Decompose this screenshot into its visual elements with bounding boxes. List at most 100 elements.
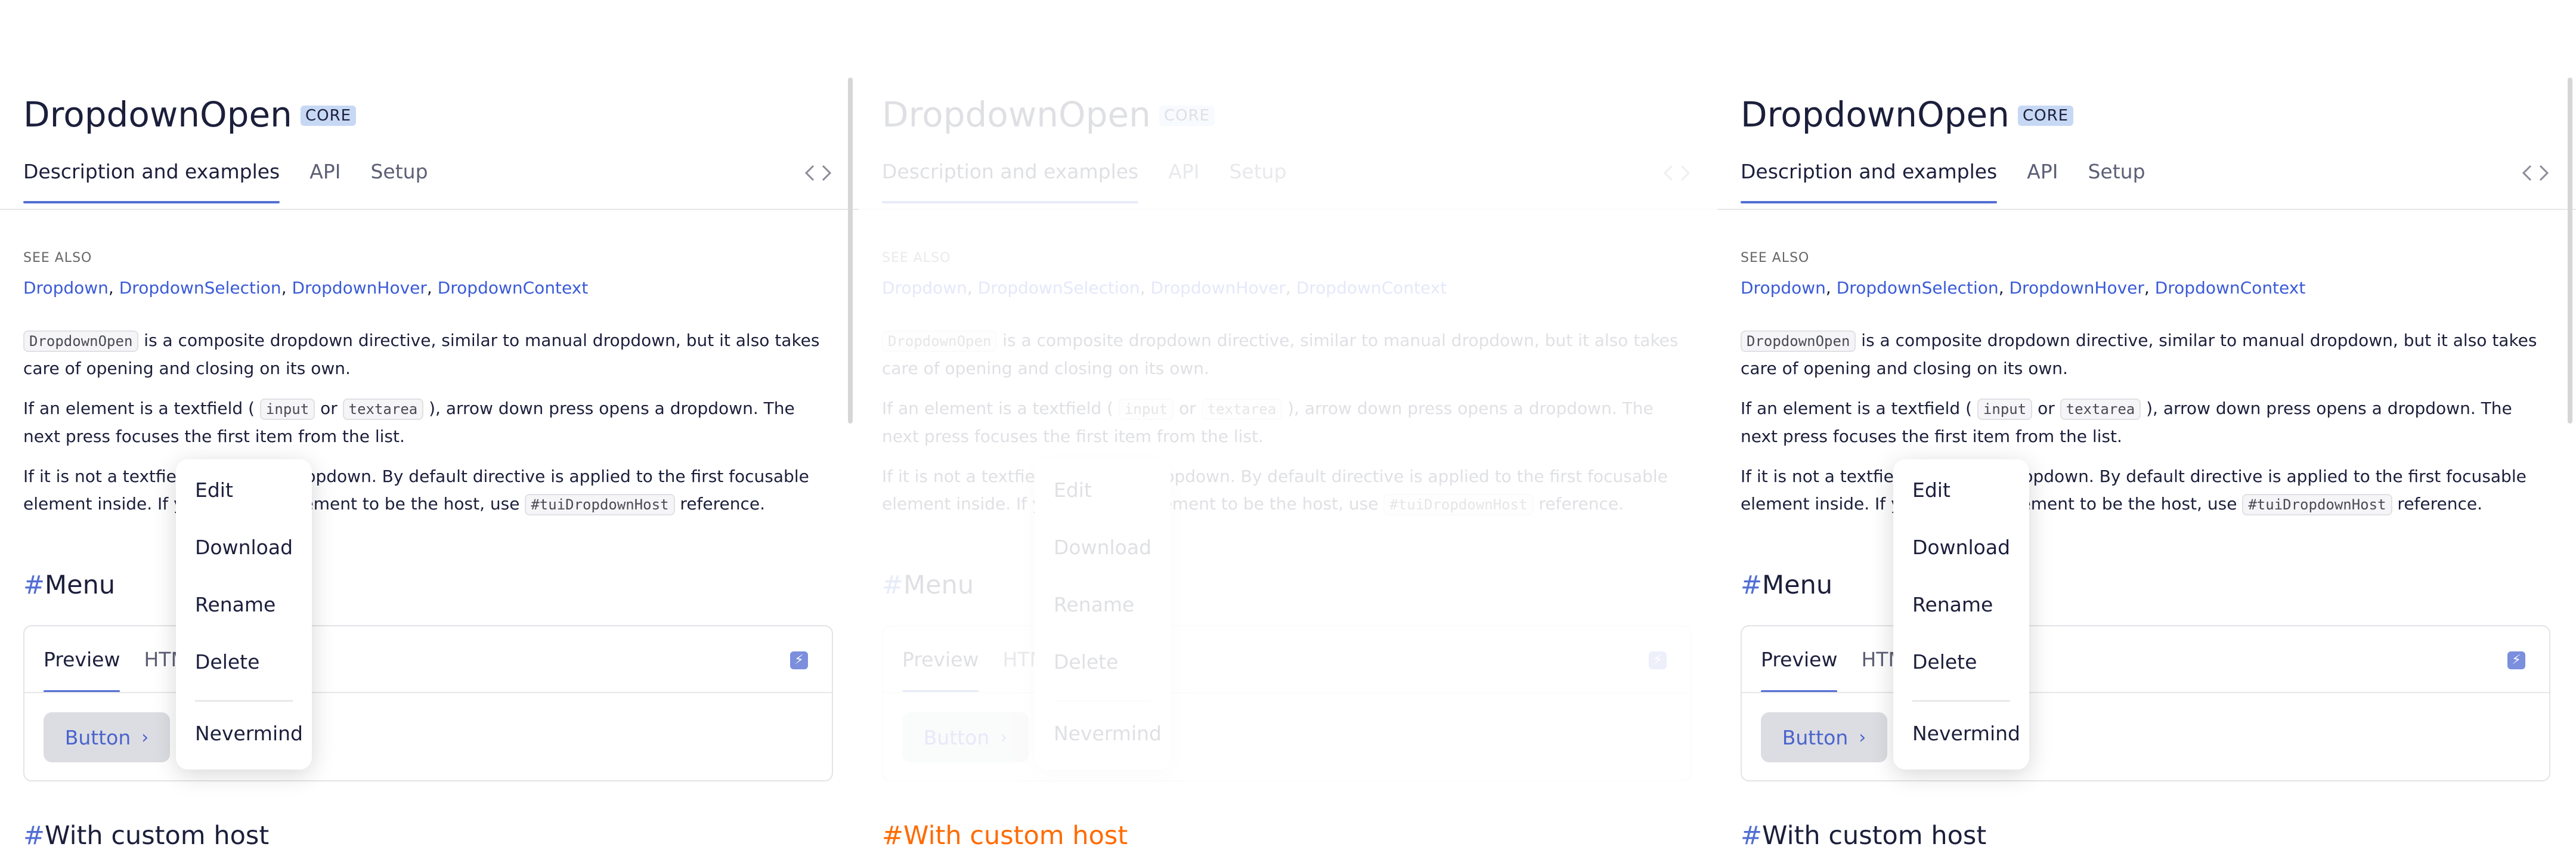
tabs-divider <box>859 209 1717 210</box>
tab-setup[interactable]: Setup <box>370 160 428 202</box>
menu-item-edit[interactable]: Edit <box>1054 478 1092 502</box>
link-separator: , <box>1825 278 1837 298</box>
anchor-hash[interactable]: # <box>882 570 903 600</box>
example-tab-preview[interactable]: Preview <box>44 648 120 693</box>
panel-middle: DropdownOpen CORE Description and exampl… <box>859 0 1717 859</box>
dropdown-trigger-button[interactable]: Button › <box>1761 712 1887 762</box>
link-dropdown[interactable]: Dropdown <box>882 278 967 298</box>
para1-text: is a composite dropdown directive, simil… <box>882 330 1679 378</box>
scrollbar[interactable] <box>848 78 853 424</box>
menu-item-download[interactable]: Download <box>1054 536 1151 559</box>
anchor-hash[interactable]: # <box>1741 821 1762 851</box>
dropdown-menu: Edit Download Rename Delete Nevermind <box>176 459 312 770</box>
menu-item-nevermind[interactable]: Nevermind <box>1912 722 2020 745</box>
bolt-icon[interactable]: ⚡ <box>790 651 808 669</box>
code-icon[interactable] <box>803 162 834 184</box>
link-dropdown-context[interactable]: DropdownContext <box>1296 278 1447 298</box>
panel-right: DropdownOpen CORE Description and exampl… <box>1717 0 2576 859</box>
para2-a: If an element is a textfield ( <box>1741 398 1977 418</box>
anchor-hash[interactable]: # <box>882 821 903 851</box>
tab-setup[interactable]: Setup <box>2088 160 2145 202</box>
link-dropdown-selection[interactable]: DropdownSelection <box>119 278 281 298</box>
tab-api[interactable]: API <box>1168 160 1199 202</box>
page-tabs: Description and examples API Setup <box>1741 160 2175 203</box>
chevron-right-icon: › <box>1000 727 1008 748</box>
description-paragraph-1: DropdownOpen is a composite dropdown dir… <box>882 327 1681 382</box>
description-paragraph-1: DropdownOpen is a composite dropdown dir… <box>1741 327 2540 382</box>
para2-b: or <box>1174 398 1202 418</box>
menu-item-edit[interactable]: Edit <box>1912 478 1950 502</box>
scrollbar[interactable] <box>2568 78 2572 424</box>
menu-item-download[interactable]: Download <box>195 536 293 559</box>
tab-description[interactable]: Description and examples <box>882 160 1139 203</box>
link-separator: , <box>2144 278 2155 298</box>
menu-item-delete[interactable]: Delete <box>1054 650 1118 673</box>
menu-item-download[interactable]: Download <box>1912 536 2010 559</box>
link-dropdown[interactable]: Dropdown <box>23 278 109 298</box>
anchor-hash[interactable]: # <box>1741 570 1762 600</box>
description-paragraph-2: If an element is a textfield ( input or … <box>882 395 1681 450</box>
para3-a: If it is not a textfield, <box>1741 466 1915 486</box>
section-custom-host-heading[interactable]: #With custom host <box>23 821 269 851</box>
section-menu-title: Menu <box>45 570 116 600</box>
para2-a: If an element is a textfield ( <box>882 398 1119 418</box>
bolt-icon[interactable]: ⚡ <box>1649 651 1667 669</box>
tab-api[interactable]: API <box>309 160 340 202</box>
tab-description[interactable]: Description and examples <box>1741 160 1998 203</box>
dropdown-trigger-button[interactable]: Button › <box>44 712 170 762</box>
tabs-divider <box>1717 209 2576 210</box>
menu-item-nevermind[interactable]: Nevermind <box>195 722 303 745</box>
para3-a: If it is not a textfield, <box>23 466 197 486</box>
bolt-icon[interactable]: ⚡ <box>2507 651 2525 669</box>
page-tabs: Description and examples API Setup <box>23 160 458 203</box>
link-dropdown-hover[interactable]: DropdownHover <box>2010 278 2144 298</box>
tab-setup[interactable]: Setup <box>1229 160 1286 202</box>
code-icon[interactable] <box>2520 162 2551 184</box>
link-dropdown-selection[interactable]: DropdownSelection <box>1837 278 1999 298</box>
link-dropdown-context[interactable]: DropdownContext <box>2155 278 2306 298</box>
dropdown-trigger-button[interactable]: Button › <box>902 712 1029 762</box>
section-menu-heading[interactable]: #Menu <box>882 570 974 600</box>
code-icon[interactable] <box>1661 162 1692 184</box>
para3-d: reference. <box>2392 494 2483 514</box>
section-custom-host-heading[interactable]: #With custom host <box>882 821 1128 851</box>
core-badge: CORE <box>2017 106 2074 126</box>
menu-item-edit[interactable]: Edit <box>195 478 233 502</box>
anchor-hash[interactable]: # <box>23 821 45 851</box>
tab-description[interactable]: Description and examples <box>23 160 280 203</box>
link-dropdown-selection[interactable]: DropdownSelection <box>978 278 1140 298</box>
section-menu-heading[interactable]: #Menu <box>23 570 115 600</box>
menu-item-rename[interactable]: Rename <box>1054 593 1134 616</box>
example-tab-preview[interactable]: Preview <box>902 648 979 693</box>
code-tui-dropdown-host: #tuiDropdownHost <box>1383 494 1534 515</box>
menu-item-nevermind[interactable]: Nevermind <box>1054 722 1162 745</box>
section-custom-host-heading[interactable]: #With custom host <box>1741 821 1986 851</box>
menu-item-delete[interactable]: Delete <box>195 650 259 673</box>
link-dropdown-hover[interactable]: DropdownHover <box>1151 278 1286 298</box>
example-tabs-divider <box>24 692 832 693</box>
description-paragraph-1: DropdownOpen is a composite dropdown dir… <box>23 327 822 382</box>
see-also-links: Dropdown, DropdownSelection, DropdownHov… <box>1741 278 2305 298</box>
example-tabs-divider <box>1742 692 2549 693</box>
see-also-label: SEE ALSO <box>1741 251 1810 265</box>
dropdown-menu: Edit Download Rename Delete Nevermind <box>1893 459 2029 770</box>
section-menu-heading[interactable]: #Menu <box>1741 570 1832 600</box>
link-dropdown-context[interactable]: DropdownContext <box>438 278 589 298</box>
section-custom-host-title: With custom host <box>45 821 270 851</box>
example-tab-preview[interactable]: Preview <box>1761 648 1838 693</box>
tab-api[interactable]: API <box>2027 160 2058 202</box>
para1-text: is a composite dropdown directive, simil… <box>23 330 820 378</box>
menu-divider <box>1054 700 1151 702</box>
description-paragraph-3: If it is not a textfield, ses a dropdown.… <box>23 463 858 518</box>
link-dropdown-hover[interactable]: DropdownHover <box>292 278 427 298</box>
button-label: Button <box>64 725 131 749</box>
link-separator: , <box>108 278 119 298</box>
code-dropdown-open: DropdownOpen <box>882 330 998 352</box>
menu-item-rename[interactable]: Rename <box>195 593 275 616</box>
menu-item-rename[interactable]: Rename <box>1912 593 1993 616</box>
see-also-label: SEE ALSO <box>23 251 92 265</box>
page-title: DropdownOpen <box>1741 94 2010 135</box>
menu-item-delete[interactable]: Delete <box>1912 650 1977 673</box>
anchor-hash[interactable]: # <box>23 570 45 600</box>
link-dropdown[interactable]: Dropdown <box>1741 278 1826 298</box>
